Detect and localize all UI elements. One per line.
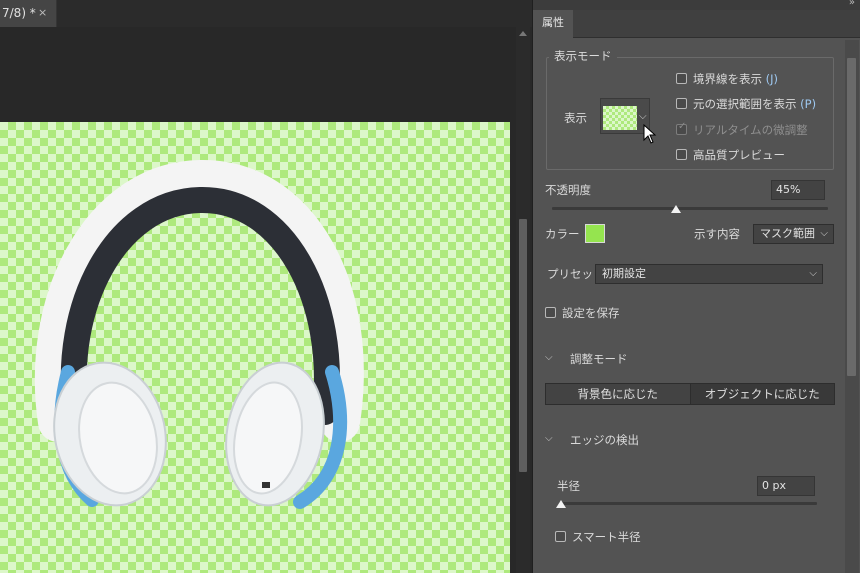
properties-panel: » 属性 表示モード 表示 ⌵ 境界線を表示 (J) 元の選択範囲を表示 (P)…: [532, 0, 860, 573]
smart-radius-label[interactable]: スマート半径: [572, 529, 641, 545]
document-tab-bar: 7/8) * ×: [0, 0, 532, 27]
adjust-mode-title[interactable]: 調整モード: [570, 351, 628, 367]
headphones-image: [34, 159, 364, 509]
color-label: カラー: [545, 227, 580, 241]
radius-slider-track[interactable]: [559, 502, 817, 505]
show-edge-shortcut: (J): [765, 72, 779, 86]
panel-vertical-scrollbar[interactable]: [845, 40, 859, 573]
realtime-refine-checkbox[interactable]: [676, 121, 687, 135]
color-swatch[interactable]: [585, 224, 605, 243]
canvas-vertical-scrollbar[interactable]: [516, 27, 530, 573]
document-tab-label: 7/8) *: [2, 6, 36, 20]
show-original-option[interactable]: 元の選択範囲を表示 (P): [693, 96, 816, 112]
radius-label: 半径: [557, 479, 580, 493]
image-canvas[interactable]: [0, 122, 510, 573]
tab-properties[interactable]: 属性: [533, 10, 573, 38]
edge-detection-chevron-icon[interactable]: ⌵: [545, 433, 553, 444]
panel-top-bar: »: [533, 0, 860, 10]
preset-select[interactable]: 初期設定 ⌵: [595, 264, 823, 284]
display-mode-group: [546, 57, 834, 170]
save-settings-checkbox[interactable]: [545, 307, 556, 318]
scroll-up-icon[interactable]: [519, 31, 527, 36]
panel-tab-row: 属性: [533, 10, 860, 38]
show-content-value: マスク範囲: [760, 227, 815, 240]
view-label: 表示: [564, 111, 587, 125]
preset-value: 初期設定: [602, 267, 646, 280]
opacity-slider-track[interactable]: [552, 207, 828, 210]
radius-slider-thumb[interactable]: [556, 500, 566, 508]
save-settings-label[interactable]: 設定を保存: [562, 305, 620, 321]
show-edge-option[interactable]: 境界線を表示 (J): [693, 71, 778, 87]
adjust-mode-chevron-icon[interactable]: ⌵: [545, 352, 553, 363]
show-original-label: 元の選択範囲を表示: [693, 97, 797, 111]
show-content-label: 示す内容: [694, 227, 740, 241]
panel-scroll-thumb[interactable]: [847, 58, 856, 376]
opacity-label: 不透明度: [545, 183, 591, 197]
mouse-cursor-icon: [643, 124, 657, 144]
show-original-shortcut: (P): [800, 97, 817, 111]
chevron-down-icon: ⌵: [820, 228, 828, 239]
canvas-area: [0, 27, 514, 573]
high-quality-preview-checkbox[interactable]: [676, 149, 687, 160]
edge-detection-title[interactable]: エッジの検出: [570, 432, 639, 448]
opacity-slider-thumb[interactable]: [671, 205, 682, 213]
high-quality-preview-label[interactable]: 高品質プレビュー: [693, 147, 785, 163]
collapse-panel-icon[interactable]: »: [849, 0, 855, 8]
chevron-down-icon: ⌵: [639, 111, 647, 122]
color-aware-button[interactable]: 背景色に応じた: [546, 384, 690, 404]
document-tab[interactable]: 7/8) * ×: [0, 0, 57, 27]
realtime-refine-label: リアルタイムの微調整: [693, 123, 808, 137]
show-edge-checkbox[interactable]: [676, 73, 687, 84]
close-icon[interactable]: ×: [38, 0, 47, 26]
display-mode-legend: 表示モード: [549, 48, 617, 64]
show-original-checkbox[interactable]: [676, 98, 687, 109]
object-aware-button[interactable]: オブジェクトに応じた: [689, 384, 834, 404]
smart-radius-checkbox[interactable]: [555, 531, 566, 542]
radius-input[interactable]: 0 px: [757, 476, 815, 496]
view-mode-thumbnail: [603, 106, 637, 130]
show-edge-label: 境界線を表示: [693, 72, 762, 86]
adjust-mode-segmented-control: 背景色に応じた オブジェクトに応じた: [545, 383, 835, 405]
opacity-input[interactable]: 45%: [771, 180, 825, 200]
chevron-down-icon: ⌵: [809, 268, 817, 279]
show-content-select[interactable]: マスク範囲 ⌵: [753, 224, 834, 244]
scroll-thumb[interactable]: [519, 219, 527, 472]
